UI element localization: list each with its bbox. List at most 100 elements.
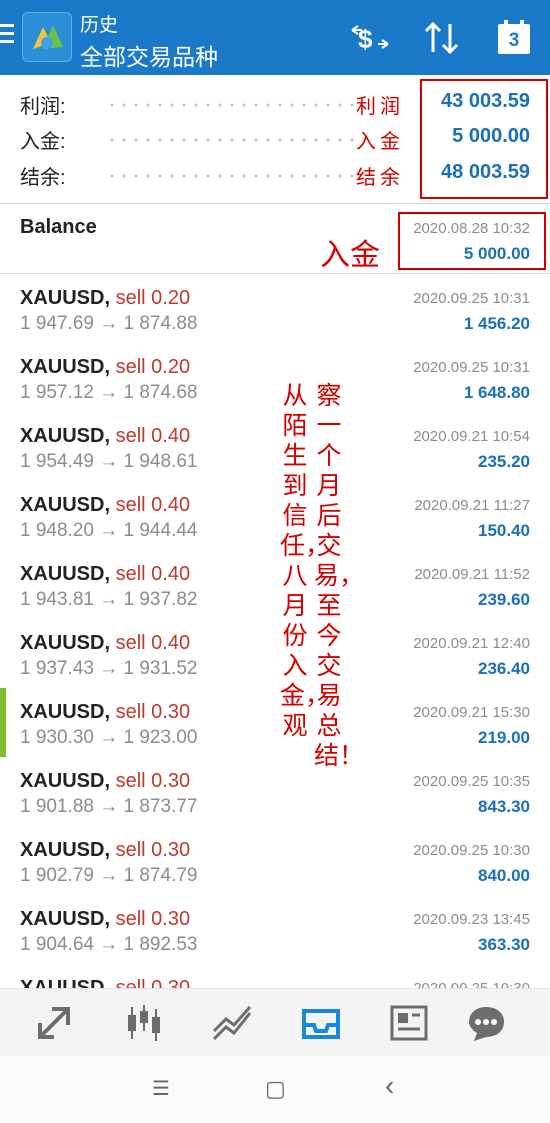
- trade-profit: 236.40: [478, 659, 530, 678]
- trade-row[interactable]: XAUUSD, sell 0.40 1 954.49 → 1 948.61 2020…: [0, 412, 550, 482]
- trade-symbol: XAUUSD, sell 0.30: [20, 908, 190, 931]
- balance-entry[interactable]: Balance 入金 2020.08.28 10:32 5 000.00: [0, 204, 550, 274]
- symbol-text: XAUUSD,: [20, 287, 111, 309]
- symbol-text: XAUUSD,: [20, 908, 111, 930]
- profit-label: 利润:: [20, 96, 66, 118]
- chart-candles-icon[interactable]: [120, 1001, 166, 1045]
- news-icon[interactable]: [386, 1001, 432, 1045]
- app-logo: [22, 12, 72, 62]
- trade-symbol: XAUUSD, sell 0.40: [20, 563, 190, 586]
- system-back-button[interactable]: ‹: [385, 1070, 394, 1102]
- trade-row[interactable]: XAUUSD, sell 0.40 1 937.43 → 1 931.52 2020…: [0, 619, 550, 689]
- indicators-icon[interactable]: [210, 1001, 256, 1045]
- annotation-label: 入金: [356, 129, 404, 153]
- trade-row[interactable]: XAUUSD, sell 0.40 1 943.81 → 1 937.82 2020…: [0, 550, 550, 620]
- annotation-label: 入金: [320, 238, 380, 273]
- trade-symbol: XAUUSD, sell 0.40: [20, 425, 190, 448]
- deposit-label: 入金:: [20, 131, 66, 153]
- sort-icon[interactable]: [420, 18, 464, 58]
- bottom-nav: [0, 988, 550, 1057]
- trade-profit: 1 456.20: [463, 314, 530, 333]
- trade-symbol: XAUUSD, sell 0.40: [20, 632, 190, 655]
- trade-prices: 1 948.20 → 1 944.44: [20, 520, 198, 541]
- trade-symbol: XAUUSD, sell 0.20: [20, 287, 190, 310]
- dot-leader: [106, 103, 356, 107]
- trade-profit: 239.60: [478, 590, 530, 609]
- trade-date: 2020.09.21 10:54: [413, 428, 530, 445]
- trade-prices: 1 901.88 → 1 873.77: [20, 796, 198, 817]
- app-header: 历史 全部交易品种 $ 3: [0, 0, 550, 75]
- trade-row[interactable]: XAUUSD, sell 0.40 1 948.20 → 1 944.44 2020…: [0, 481, 550, 551]
- trade-symbol: XAUUSD, sell 0.20: [20, 356, 190, 379]
- system-nav: ☰ ▢ ‹: [0, 1056, 550, 1123]
- trade-side: sell 0.30: [115, 839, 191, 861]
- selected-marker: [0, 688, 6, 757]
- symbol-text: XAUUSD,: [20, 770, 111, 792]
- trade-side: sell 0.30: [115, 770, 191, 792]
- trade-prices: 1 954.49 → 1 948.61: [20, 451, 198, 472]
- annotation-box: [398, 212, 546, 270]
- trade-date: 2020.09.21 11:52: [414, 566, 530, 583]
- history-icon[interactable]: [298, 1001, 344, 1045]
- trade-prices: 1 902.79 → 1 874.79: [20, 865, 198, 886]
- svg-text:$: $: [358, 24, 373, 54]
- trade-prices: 1 937.43 → 1 931.52: [20, 658, 198, 679]
- balance-label: 结余:: [20, 167, 66, 189]
- trade-profit: 219.00: [478, 728, 530, 747]
- system-menu-button[interactable]: ☰: [152, 1076, 170, 1101]
- trade-symbol: XAUUSD, sell 0.30: [20, 701, 190, 724]
- balance-title: Balance: [20, 216, 97, 238]
- trade-symbol: XAUUSD, sell 0.30: [20, 839, 190, 862]
- trade-prices: 1 957.12 → 1 874.68: [20, 382, 198, 403]
- trade-row[interactable]: XAUUSD, sell 0.30 1 930.30 → 1 923.00 2020…: [0, 688, 550, 758]
- trade-row[interactable]: XAUUSD, sell 0.20 1 957.12 → 1 874.68 2020…: [0, 343, 550, 413]
- symbol-text: XAUUSD,: [20, 839, 111, 861]
- chat-icon[interactable]: [464, 1001, 510, 1045]
- dot-leader: [106, 138, 356, 142]
- trade-prices: 1 947.69 → 1 874.88: [20, 313, 198, 334]
- symbol-text: XAUUSD,: [20, 632, 111, 654]
- symbol-text: XAUUSD,: [20, 356, 111, 378]
- trade-side: sell 0.20: [115, 356, 191, 378]
- trade-side: sell 0.30: [115, 908, 191, 930]
- trade-date: 2020.09.23 13:45: [413, 911, 530, 928]
- dot-leader: [106, 174, 356, 178]
- symbol-text: XAUUSD,: [20, 563, 111, 585]
- trade-row[interactable]: XAUUSD, sell 0.30 1 904.64 → 1 892.53 2020…: [0, 895, 550, 965]
- annotation-text-right: 察一个月后交易，至今交易总结！: [314, 381, 365, 770]
- trade-side: sell 0.20: [115, 287, 191, 309]
- trade-row[interactable]: XAUUSD, sell 0.30 1 902.79 → 1 874.79 2020…: [0, 826, 550, 896]
- trade-row[interactable]: XAUUSD, sell 0.20 1 947.69 → 1 874.88 2020…: [0, 274, 550, 344]
- currency-exchange-icon[interactable]: $: [348, 18, 392, 58]
- symbol-text: XAUUSD,: [20, 425, 111, 447]
- trade-symbol: XAUUSD, sell 0.40: [20, 494, 190, 517]
- trade-profit: 150.40: [478, 521, 530, 540]
- annotation-label: 结余: [356, 165, 404, 189]
- trade-profit: 840.00: [478, 866, 530, 885]
- trade-date: 2020.09.21 15:30: [413, 704, 530, 721]
- trade-icon[interactable]: [32, 1001, 78, 1045]
- trade-date: 2020.09.25 10:31: [413, 290, 530, 307]
- trade-date: 2020.09.25 10:30: [413, 842, 530, 859]
- page-subtitle: 历史: [80, 15, 119, 36]
- trade-row[interactable]: XAUUSD, sell 0.30 1 901.88 → 1 873.77 2020…: [0, 757, 550, 827]
- trade-symbol: XAUUSD, sell 0.30: [20, 770, 190, 793]
- menu-icon[interactable]: [0, 24, 16, 48]
- annotation-text-left: 从陌生到信任，八月份入金，观: [280, 381, 331, 740]
- trade-side: sell 0.40: [115, 425, 191, 447]
- trade-side: sell 0.40: [115, 494, 191, 516]
- annotation-box: [420, 79, 548, 199]
- trade-prices: 1 943.81 → 1 937.82: [20, 589, 198, 610]
- calendar-icon[interactable]: 3: [494, 18, 538, 58]
- trade-side: sell 0.40: [115, 632, 191, 654]
- trade-profit: 235.20: [478, 452, 530, 471]
- trade-date: 2020.09.21 12:40: [413, 635, 530, 652]
- trade-date: 2020.09.25 10:31: [413, 359, 530, 376]
- system-home-button[interactable]: ▢: [265, 1076, 286, 1102]
- page-title: 全部交易品种: [80, 44, 218, 70]
- symbol-text: XAUUSD,: [20, 494, 111, 516]
- trade-profit: 1 648.80: [463, 383, 530, 402]
- trade-profit: 363.30: [478, 935, 530, 954]
- trade-profit: 843.30: [478, 797, 530, 816]
- calendar-day: 3: [508, 30, 520, 51]
